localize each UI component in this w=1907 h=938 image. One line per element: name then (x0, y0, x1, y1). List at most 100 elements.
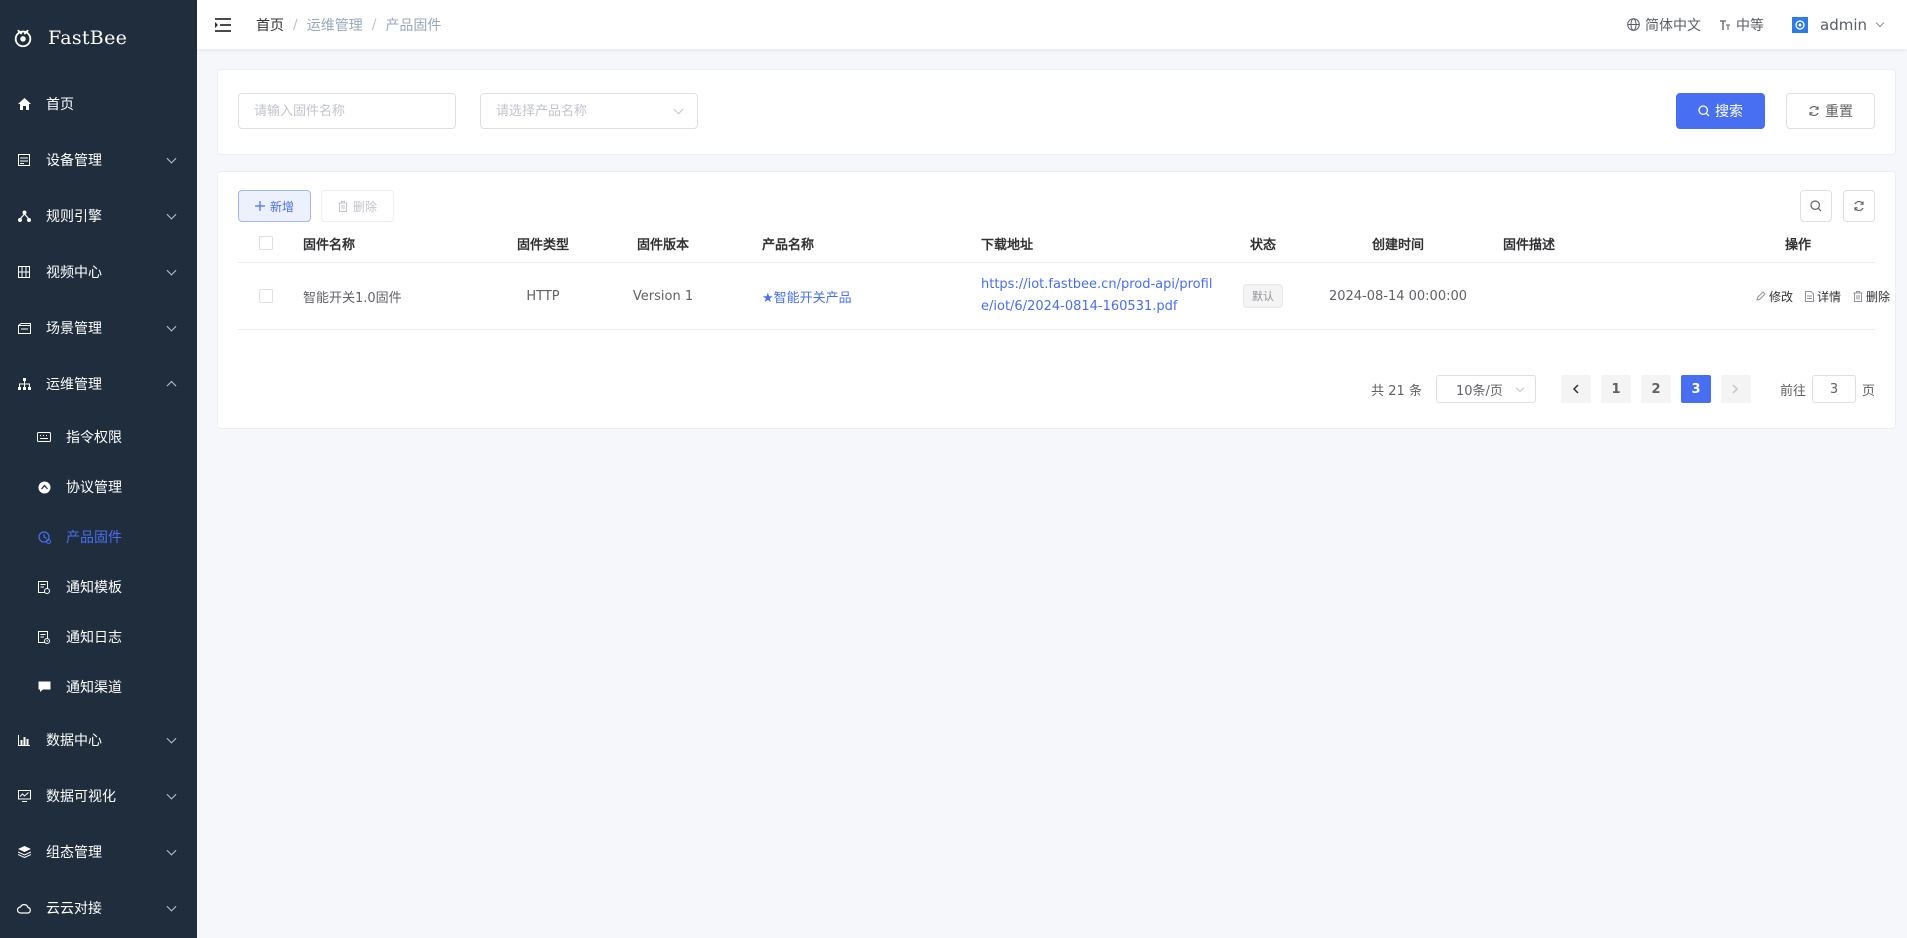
search-button[interactable]: 搜索 (1676, 93, 1765, 129)
column-header: 状态 (1249, 237, 1276, 253)
download-link[interactable]: https://iot.fastbee.cn/prod-api/profile/… (981, 274, 1223, 318)
sidebar-item-data-center[interactable]: 数据中心 (0, 712, 197, 768)
chevron-down-icon (166, 789, 177, 800)
description-cell (1503, 263, 1653, 329)
status-cell: 默认 (1228, 263, 1298, 329)
caret-down-icon (1875, 18, 1885, 27)
sidebar-item-cloud[interactable]: 云云对接 (0, 880, 197, 936)
fastbee-logo-icon (14, 29, 32, 48)
sidebar-item-ops[interactable]: 运维管理 (0, 356, 197, 412)
firmware-table: 固件名称 固件类型 固件版本 产品名称 下载地址 状态 创建时间 固件描述 操作… (238, 224, 1890, 330)
firmware-type-cell: HTTP (526, 288, 560, 304)
ops-submenu: 指令权限 协议管理 产品固件 通知模板 通知日志 通知渠道 (0, 412, 197, 712)
search-button-label: 搜索 (1715, 104, 1743, 120)
next-page-button[interactable] (1720, 375, 1751, 403)
sidebar-item-protocol[interactable]: 协议管理 (0, 462, 197, 512)
sidebar-item-notify-log[interactable]: 通知日志 (0, 612, 197, 662)
chevron-down-icon (166, 845, 177, 856)
product-link[interactable]: ★智能开关产品 (762, 287, 852, 306)
breadcrumb-home[interactable]: 首页 (256, 15, 284, 35)
product-name-select-input[interactable] (480, 93, 698, 129)
goto-suffix: 页 (1861, 383, 1875, 399)
chevron-down-icon (166, 733, 177, 744)
sidebar-item-video[interactable]: 视频中心 (0, 244, 197, 300)
column-header: 固件版本 (636, 237, 689, 253)
refresh-table-button[interactable] (1843, 190, 1875, 222)
goto-page-input[interactable] (1811, 375, 1856, 403)
page-1-button[interactable]: 1 (1600, 375, 1631, 403)
chevron-right-icon (1732, 384, 1739, 394)
document-icon (1804, 290, 1814, 302)
detail-label: 详情 (1816, 289, 1841, 304)
detail-button[interactable]: 详情 (1804, 288, 1841, 305)
sidebar-item-label: 通知模板 (66, 580, 122, 596)
toggle-search-button[interactable] (1800, 190, 1832, 222)
sidebar-item-label: 数据可视化 (46, 789, 116, 805)
edit-button[interactable]: 修改 (1756, 288, 1793, 305)
hamburger-icon[interactable] (214, 17, 234, 33)
firmware-name-input[interactable] (238, 93, 456, 129)
batch-delete-label: 删除 (352, 199, 377, 214)
page-3-button[interactable]: 3 (1680, 375, 1711, 403)
sidebar-item-scene[interactable]: 场景管理 (0, 300, 197, 356)
sidebar-item-firmware[interactable]: 产品固件 (0, 512, 197, 562)
row-checkbox[interactable] (259, 289, 273, 303)
sidebar-item-notify-template[interactable]: 通知模板 (0, 562, 197, 612)
add-button[interactable]: 新增 (238, 190, 311, 222)
font-size-icon (1720, 19, 1730, 30)
breadcrumb-separator: / (293, 16, 298, 33)
batch-delete-button[interactable]: 删除 (321, 190, 394, 222)
sidebar-item-label: 规则引擎 (46, 209, 102, 225)
sidebar-item-home[interactable]: 首页 (0, 76, 197, 132)
globe-icon (1627, 18, 1640, 31)
page-2-button[interactable]: 2 (1640, 375, 1671, 403)
edit-icon (1756, 291, 1766, 301)
protocol-icon (36, 479, 52, 495)
select-all-checkbox[interactable] (259, 236, 273, 250)
log-icon (36, 629, 52, 645)
sidebar-item-configuration[interactable]: 组态管理 (0, 824, 197, 880)
reset-button[interactable]: 重置 (1786, 93, 1875, 129)
plus-icon (254, 201, 265, 211)
video-icon (16, 264, 32, 280)
column-header: 固件描述 (1503, 237, 1556, 253)
keyboard-icon (36, 429, 52, 445)
column-header: 固件名称 (303, 237, 356, 253)
column-header: 创建时间 (1371, 237, 1424, 253)
sidebar-item-notify-channel[interactable]: 通知渠道 (0, 662, 197, 712)
sidebar-item-label: 协议管理 (66, 480, 122, 496)
chevron-down-icon (166, 321, 177, 332)
language-switch[interactable]: 简体中文 (1627, 15, 1701, 35)
avatar (1792, 16, 1808, 33)
add-button-label: 新增 (269, 199, 294, 214)
sidebar-item-label: 通知日志 (66, 630, 122, 646)
product-name-cell: ★智能开关产品 (762, 263, 962, 329)
prev-page-button[interactable] (1560, 375, 1591, 403)
chevron-left-icon (1573, 384, 1579, 394)
user-menu[interactable]: admin (1792, 16, 1885, 34)
sidebar-item-label: 设备管理 (46, 153, 102, 169)
app-name: FastBee (48, 27, 128, 49)
page-size-select[interactable]: 10条/页 (1435, 375, 1536, 403)
ops-icon (16, 376, 32, 392)
sidebar-item-data-visualization[interactable]: 数据可视化 (0, 768, 197, 824)
logo[interactable]: FastBee (0, 0, 197, 76)
product-select[interactable] (480, 93, 698, 129)
page-size-value: 10条/页 (1455, 383, 1503, 399)
breadcrumb: 首页 / 运维管理 / 产品固件 (256, 15, 441, 35)
sidebar-item-device[interactable]: 设备管理 (0, 132, 197, 188)
size-switch[interactable]: 中等 (1719, 15, 1764, 35)
sidebar-item-command-permission[interactable]: 指令权限 (0, 412, 197, 462)
sidebar-item-label: 运维管理 (46, 377, 102, 393)
breadcrumb-separator: / (371, 16, 377, 33)
sidebar-item-label: 通知渠道 (66, 680, 122, 696)
sidebar-item-label: 数据中心 (46, 733, 102, 749)
search-icon (1810, 200, 1822, 212)
download-url-cell: https://iot.fastbee.cn/prod-api/profile/… (981, 263, 1231, 329)
delete-button[interactable]: 删除 (1853, 288, 1890, 305)
sidebar-item-rule-engine[interactable]: 规则引擎 (0, 188, 197, 244)
chevron-down-icon (166, 209, 177, 220)
chevron-up-icon (166, 380, 177, 391)
chevron-down-icon (166, 265, 177, 276)
size-label: 中等 (1736, 17, 1764, 34)
